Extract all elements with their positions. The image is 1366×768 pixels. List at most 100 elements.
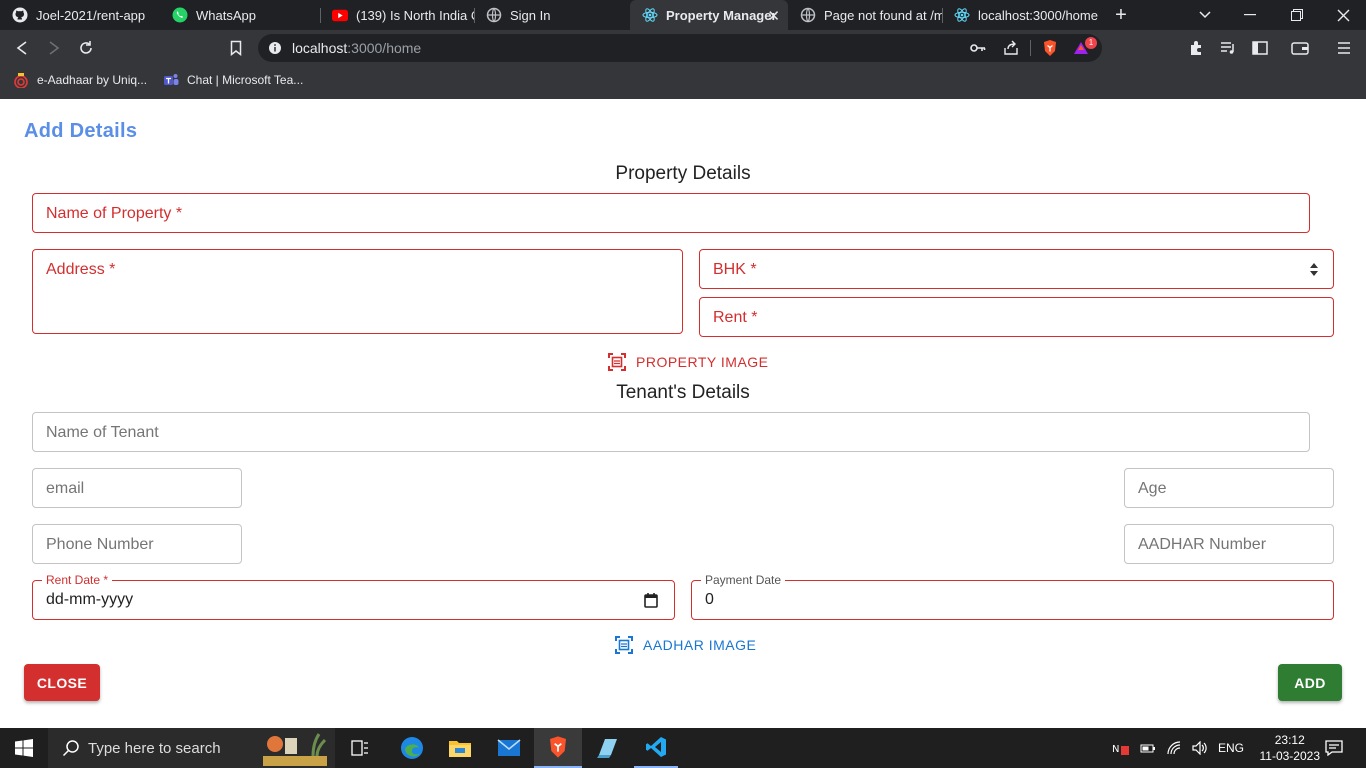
property-image-upload-button[interactable]: PROPERTY IMAGE (608, 353, 769, 371)
email-input[interactable]: email (32, 468, 242, 508)
tab-whatsapp[interactable]: WhatsApp (160, 0, 320, 30)
field-label: Name of Property * (46, 205, 183, 222)
bookmark-label: e-Aadhaar by Uniq... (37, 73, 148, 87)
windows-start-icon[interactable] (0, 728, 48, 768)
key-icon[interactable] (969, 39, 987, 57)
property-name-input[interactable]: Name of Property * (32, 193, 1310, 233)
aadhar-image-upload-button[interactable]: AADHAR IMAGE (615, 636, 756, 654)
field-label: Payment Date (701, 573, 786, 587)
tab-github[interactable]: Joel-2021/rent-app (0, 0, 160, 30)
payment-date-input[interactable]: Payment Date 0 (691, 573, 1334, 620)
brave-taskbar-icon[interactable] (534, 728, 582, 768)
globe-icon (486, 7, 502, 23)
url-host: localhost (292, 40, 348, 56)
calendar-icon[interactable] (644, 592, 658, 608)
notepad-icon[interactable] (585, 728, 629, 768)
volume-icon[interactable] (1192, 741, 1208, 755)
tab-youtube[interactable]: (139) Is North India Ch (320, 0, 474, 30)
onenote-tray-icon[interactable]: N (1112, 740, 1130, 756)
windows-taskbar: Type here to search N ENG 23:12 11-03-20… (0, 728, 1366, 768)
bhk-number-input[interactable]: BHK * (699, 249, 1334, 289)
wifi-icon[interactable] (1166, 741, 1182, 755)
upload-label: PROPERTY IMAGE (636, 354, 769, 370)
clock-time: 23:12 (1274, 733, 1305, 747)
notifications-icon[interactable] (1320, 728, 1348, 768)
rent-date-input[interactable]: Rent Date * dd-mm-yyyy (32, 573, 675, 620)
field-value: 0 (705, 591, 714, 608)
close-button[interactable]: CLOSE (24, 664, 100, 701)
clock[interactable]: 23:12 11-03-2023 (1260, 732, 1321, 764)
language-indicator[interactable]: ENG (1218, 741, 1244, 755)
property-details-heading: Property Details (615, 163, 751, 184)
number-spinner-icon[interactable] (1309, 260, 1319, 278)
react-icon (642, 7, 658, 23)
file-explorer-icon[interactable] (438, 728, 482, 768)
aadhaar-icon (13, 72, 29, 89)
tab-sign-in[interactable]: Sign In (474, 0, 630, 30)
tab-page-not-found[interactable]: Page not found at /me (788, 0, 942, 30)
field-label: Phone Number (46, 536, 154, 553)
address-bar[interactable]: localhost:3000/home 1 (258, 34, 1102, 62)
globe-icon (800, 7, 816, 23)
rent-input[interactable]: Rent * (699, 297, 1334, 337)
add-details-dialog: Add Details Property Details Name of Pro… (0, 99, 1366, 728)
tenant-details-heading: Tenant's Details (616, 382, 750, 403)
search-icon (62, 740, 79, 757)
address-textarea[interactable]: Address * (32, 249, 683, 334)
tenant-name-input[interactable]: Name of Tenant (32, 412, 1310, 452)
vscode-icon[interactable] (634, 728, 678, 768)
bookmark-teams[interactable]: Chat | Microsoft Tea... (163, 72, 303, 88)
battery-icon[interactable] (1140, 742, 1156, 754)
bookmark-aadhaar[interactable]: e-Aadhaar by Uniq... (13, 72, 148, 89)
search-highlight-icon (255, 728, 335, 768)
extensions-icon[interactable] (1186, 38, 1206, 58)
wallet-icon[interactable] (1290, 38, 1310, 58)
field-label: email (46, 480, 85, 497)
forward-icon[interactable] (44, 38, 64, 58)
menu-icon[interactable] (1334, 38, 1354, 58)
field-label: Rent Date * (42, 573, 113, 587)
field-label: Name of Tenant (46, 424, 159, 441)
field-label: Rent * (713, 309, 758, 326)
add-button[interactable]: ADD (1278, 664, 1342, 701)
task-view-icon[interactable] (345, 728, 375, 768)
tab-property-manager[interactable]: Property Manager ✕ (630, 0, 788, 30)
whatsapp-icon (172, 7, 188, 23)
tab-title: Joel-2021/rent-app (36, 7, 146, 23)
playlist-icon[interactable] (1218, 38, 1238, 58)
notification-badge: 1 (1085, 37, 1097, 49)
tab-localhost-home[interactable]: localhost:3000/home (942, 0, 1100, 30)
upload-label: AADHAR IMAGE (643, 637, 757, 653)
close-tab-icon[interactable]: ✕ (767, 7, 780, 25)
restore-button[interactable] (1287, 5, 1307, 25)
tab-title: WhatsApp (196, 7, 256, 23)
reload-icon[interactable] (76, 38, 96, 58)
taskbar-search-box[interactable]: Type here to search (48, 728, 335, 768)
tab-title: (139) Is North India Ch (356, 7, 474, 23)
dialog-title: Add Details (24, 120, 138, 142)
share-icon[interactable] (1002, 39, 1020, 57)
browser-toolbar: localhost:3000/home 1 (0, 30, 1366, 66)
react-icon (954, 7, 970, 23)
tab-search-chevron-icon[interactable] (1195, 5, 1215, 25)
aadhar-number-input[interactable]: AADHAR Number (1124, 524, 1334, 564)
bookmark-label: Chat | Microsoft Tea... (187, 73, 304, 87)
minimize-button[interactable] (1240, 5, 1260, 25)
new-tab-button[interactable]: + (1111, 4, 1131, 26)
field-label: AADHAR Number (1138, 536, 1267, 553)
phone-number-input[interactable]: Phone Number (32, 524, 242, 564)
search-placeholder: Type here to search (88, 739, 221, 757)
close-window-button[interactable] (1333, 5, 1353, 25)
tab-title: localhost:3000/home (978, 7, 1098, 23)
back-icon[interactable] (12, 38, 32, 58)
brave-shields-icon[interactable] (1041, 39, 1059, 57)
mail-icon[interactable] (487, 728, 531, 768)
bookmark-icon[interactable] (226, 38, 246, 58)
svg-text:N: N (1112, 744, 1119, 755)
age-input[interactable]: Age (1124, 468, 1334, 508)
edge-icon[interactable] (390, 728, 434, 768)
site-info-icon[interactable] (266, 39, 284, 57)
sidebar-icon[interactable] (1250, 38, 1270, 58)
github-icon (12, 7, 28, 23)
clock-date: 11-03-2023 (1259, 749, 1321, 763)
